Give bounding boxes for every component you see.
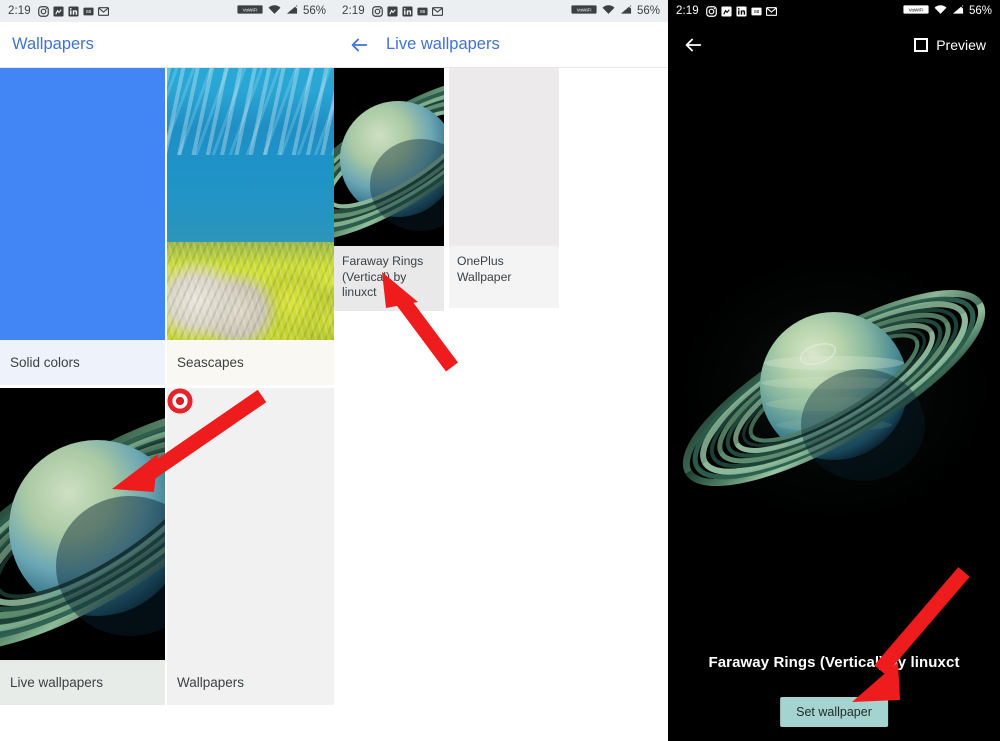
instagram-icon [371,5,383,17]
status-bar-right-icons: VoWiFi 56% [571,3,660,18]
sms-icon: SB [417,6,428,17]
svg-text:SB: SB [753,9,759,14]
screenshot-root: 2:19 SB VoWiFi 56% Wallpapers Solid colo… [0,0,1000,741]
signal-icon [620,3,633,18]
coral-reef-texture [167,242,334,340]
saturn-artwork [0,388,167,660]
svg-text:VoWiFi: VoWiFi [577,8,592,13]
wallpaper-category-grid: Solid colors Seascapes Live wallpapers W… [0,68,334,705]
category-label: Seascapes [167,340,334,385]
set-wallpaper-button[interactable]: Set wallpaper [780,697,888,727]
app-bar-panel2: Live wallpapers [334,22,668,68]
category-tile-solid-colors[interactable]: Solid colors [0,68,167,385]
back-arrow-icon[interactable] [682,34,704,56]
facebook-messenger-icon [53,5,64,17]
vowifi-icon: VoWiFi [903,4,929,18]
vowifi-icon: VoWiFi [237,4,263,18]
svg-text:VoWiFi: VoWiFi [909,8,924,13]
wifi-icon [602,4,615,18]
preview-checkbox[interactable] [914,38,929,52]
seascapes-thumbnail[interactable] [167,68,334,340]
water-surface-texture [167,68,334,156]
svg-text:VoWiFi: VoWiFi [243,8,258,13]
status-bar-notification-icons: SB [37,5,109,17]
status-bar-notification-icons: SB [371,5,443,17]
category-label: Live wallpapers [0,660,167,705]
status-bar-time: 2:19 [342,5,365,17]
live-wallpaper-label: OnePlus Wallpaper [449,246,559,308]
status-bar-panel2: 2:19 SB VoWiFi 56% [334,0,668,22]
phone-panel-preview: 2:19 SB VoWiFi 56% Preview Faraway Rings… [668,0,1000,741]
facebook-messenger-icon [387,5,398,17]
tile-divider [165,68,167,385]
wallpaper-title: Faraway Rings (Vertical) by linuxct [708,654,960,671]
status-bar-time: 2:19 [8,5,31,17]
live-wallpaper-label: Faraway Rings (Vertical) by linuxct [334,246,444,311]
saturn-artwork [334,68,444,246]
live-wallpaper-item-faraway-rings[interactable]: Faraway Rings (Vertical) by linuxct [334,68,444,311]
gmail-icon [97,6,109,17]
phone-panel-wallpapers: 2:19 SB VoWiFi 56% Wallpapers Solid colo… [0,0,334,741]
wallpaper-preview-stage[interactable]: Faraway Rings (Vertical) by linuxct Set … [668,68,1000,741]
saturn-artwork-full [668,178,1000,598]
sms-icon: SB [83,6,94,17]
status-bar-time: 2:19 [676,5,699,17]
preview-label: Preview [936,37,986,53]
gmail-icon [431,6,443,17]
status-bar-right-icons: VoWiFi 56% [237,3,326,18]
category-tile-live-wallpapers[interactable]: Live wallpapers [0,388,167,705]
faraway-rings-thumbnail[interactable] [334,68,444,246]
status-bar-notification-icons: SB [705,5,777,17]
back-arrow-icon[interactable] [348,34,370,56]
solid-colors-thumbnail[interactable] [0,68,167,340]
app-bar-panel3: Preview [668,22,1000,68]
status-bar-panel1: 2:19 SB VoWiFi 56% [0,0,334,22]
vowifi-icon: VoWiFi [571,4,597,18]
app-bar-panel1: Wallpapers [0,22,334,68]
wifi-icon [268,4,281,18]
instagram-icon [37,5,49,17]
signal-icon [286,3,299,18]
live-wallpaper-item-oneplus[interactable]: OnePlus Wallpaper [449,68,559,311]
battery-percent: 56% [302,5,326,17]
svg-text:SB: SB [419,9,425,14]
status-bar-panel3: 2:19 SB VoWiFi 56% [668,0,1000,22]
page-title: Wallpapers [12,35,94,53]
instagram-icon [705,5,717,17]
linkedin-icon [736,5,747,17]
live-wallpaper-grid: Faraway Rings (Vertical) by linuxct OneP… [334,68,668,311]
linkedin-icon [68,5,79,17]
category-tile-wallpapers[interactable]: Wallpapers [167,388,334,705]
sms-icon: SB [751,6,762,17]
signal-icon [952,3,965,18]
battery-percent: 56% [636,5,660,17]
category-label: Solid colors [0,340,167,385]
tile-divider [165,388,167,705]
status-bar-right-icons: VoWiFi 56% [903,3,992,18]
svg-text:SB: SB [85,9,91,14]
preview-toggle[interactable]: Preview [914,37,1000,53]
wallpapers-thumbnail[interactable] [167,388,334,660]
live-wallpapers-thumbnail[interactable] [0,388,167,660]
oneplus-wallpaper-thumbnail[interactable] [449,68,559,246]
gmail-icon [765,6,777,17]
phone-panel-live-wallpapers: 2:19 SB VoWiFi 56% Live wallpapers Faraw… [334,0,668,741]
category-tile-seascapes[interactable]: Seascapes [167,68,334,385]
category-label: Wallpapers [167,660,334,705]
wifi-icon [934,4,947,18]
facebook-messenger-icon [721,5,732,17]
target-bullseye-icon [167,388,193,414]
page-title: Live wallpapers [386,35,500,53]
linkedin-icon [402,5,413,17]
battery-percent: 56% [968,5,992,17]
